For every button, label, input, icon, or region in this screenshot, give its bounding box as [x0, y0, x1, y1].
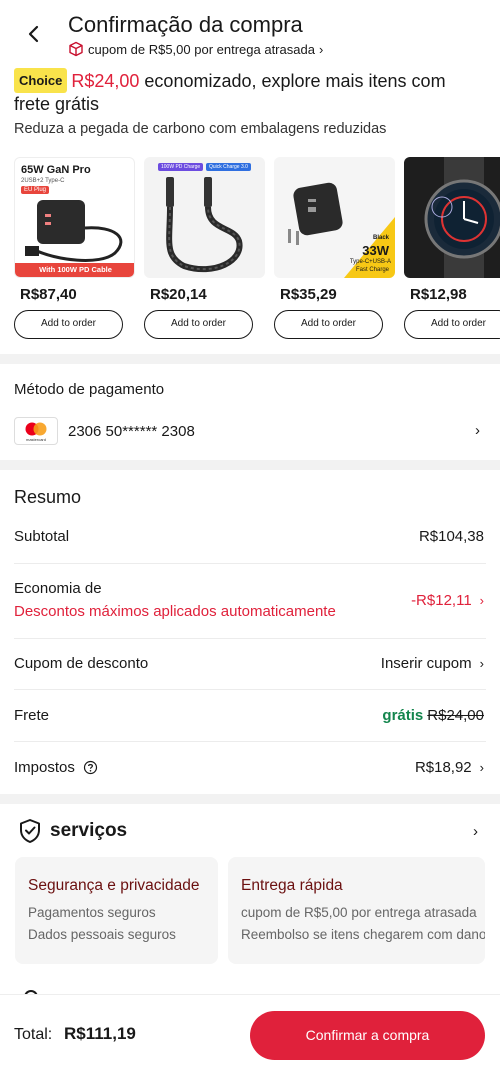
product-image-watch-protector[interactable]: [404, 157, 500, 278]
services-title: serviços: [50, 820, 128, 841]
add-to-order-button[interactable]: Add to order: [404, 310, 500, 339]
subtotal-row: Subtotal R$104,38: [14, 528, 484, 545]
product-price: R$20,14: [150, 286, 207, 303]
card-number: 2306 50****** 2308: [68, 422, 195, 440]
service-card-title: Entrega rápida: [241, 877, 343, 894]
row-divider: [14, 741, 486, 742]
free-shipping-promo: Choice R$24,00 economizado, explore mais …: [14, 68, 484, 116]
shipping-free: grátis: [382, 707, 424, 724]
payment-card-row[interactable]: mastercard 2306 50****** 2308 ›: [14, 416, 486, 446]
service-card-delivery[interactable]: Entrega rápida cupom de R$5,00 por entre…: [228, 857, 485, 964]
taxes-row[interactable]: Impostos R$18,92 ›: [14, 759, 484, 776]
section-divider: [0, 354, 500, 364]
chevron-right-icon: ›: [479, 760, 484, 775]
image-tag: EU Plug: [21, 186, 50, 194]
row-divider: [14, 638, 486, 639]
total-value: R$111,19: [64, 1024, 136, 1043]
chevron-right-icon[interactable]: ›: [473, 823, 478, 840]
product-image-charger-33w[interactable]: Black 33W Type-C+USB-A Fast Charge: [274, 157, 395, 278]
image-label: 100W PD Charge: [158, 163, 204, 171]
subtotal-value: R$104,38: [418, 528, 484, 545]
product-card[interactable]: Black 33W Type-C+USB-A Fast Charge R$35,…: [274, 157, 395, 339]
product-price: R$35,29: [280, 286, 337, 303]
service-card-item: Dados pessoais seguros: [28, 927, 176, 942]
chevron-right-icon: ›: [475, 422, 480, 439]
service-card-item: cupom de R$5,00 por entrega atrasada: [241, 905, 477, 920]
shipping-label: Frete: [14, 707, 50, 724]
product-price: R$87,40: [20, 286, 77, 303]
summary-title: Resumo: [14, 487, 82, 507]
shipping-value-wrap: grátis R$24,00: [382, 707, 484, 724]
image-sub: Type-C+USB-A: [349, 259, 391, 265]
service-card-title: Segurança e privacidade: [28, 877, 200, 894]
taxes-value-wrap: R$18,92 ›: [415, 759, 484, 776]
card-brand-label: mastercard: [26, 437, 46, 442]
image-sub: 2USB+2 Type-C: [21, 178, 65, 184]
back-arrow-icon[interactable]: [22, 22, 46, 46]
service-card-item: Pagamentos seguros: [28, 905, 156, 920]
add-to-order-button[interactable]: Add to order: [274, 310, 383, 339]
checkout-bar: Total: R$111,19 Confirmar a compra: [0, 994, 500, 1071]
chevron-right-icon: ›: [479, 593, 484, 608]
image-label-2: Quick Charge 3.0: [206, 163, 251, 171]
confirm-purchase-button[interactable]: Confirmar a compra: [250, 1011, 485, 1060]
savings-value-wrap: -R$12,11 ›: [411, 592, 484, 609]
add-to-order-button[interactable]: Add to order: [144, 310, 253, 339]
product-image-charger-65w[interactable]: 65W GaN Pro 2USB+2 Type-C EU Plug With 1…: [14, 157, 135, 278]
package-icon: [69, 41, 83, 57]
services-header[interactable]: serviços: [18, 818, 127, 844]
product-card[interactable]: 100W PD Charge Quick Charge 3.0 R$20,14 …: [144, 157, 265, 339]
product-card[interactable]: 65W GaN Pro 2USB+2 Type-C EU Plug With 1…: [14, 157, 135, 339]
shipping-row: Frete grátis R$24,00: [14, 707, 484, 724]
mastercard-icon: mastercard: [14, 417, 58, 445]
promo-amount: R$24,00: [71, 71, 140, 91]
help-icon[interactable]: [83, 760, 98, 775]
late-delivery-coupon-link[interactable]: cupom de R$5,00 por entrega atrasada ›: [68, 41, 323, 57]
coupon-row[interactable]: Cupom de desconto Inserir cupom ›: [14, 655, 484, 672]
service-card-item: Reembolso se itens chegarem com dano: [241, 927, 485, 942]
image-label: Black: [372, 235, 389, 241]
add-to-order-button[interactable]: Add to order: [14, 310, 123, 339]
page-title: Confirmação da compra: [68, 12, 303, 37]
product-card[interactable]: R$12,98 Add to order: [404, 157, 500, 339]
coupon-text: cupom de R$5,00 por entrega atrasada: [88, 41, 315, 57]
shipping-old-price: R$24,00: [427, 707, 484, 724]
total-label: Total:: [14, 1026, 53, 1043]
row-divider: [14, 563, 486, 564]
shield-check-icon: [20, 819, 40, 843]
image-big: 33W: [362, 243, 389, 258]
savings-value: -R$12,11: [411, 592, 472, 609]
cable-graphic: [25, 226, 123, 262]
product-price: R$12,98: [410, 286, 467, 303]
taxes-value: R$18,92: [414, 759, 472, 776]
choice-badge: Choice: [14, 68, 68, 93]
chevron-right-icon: ›: [479, 656, 484, 671]
service-card-security[interactable]: Segurança e privacidade Pagamentos segur…: [15, 857, 218, 964]
taxes-label: Impostos: [14, 759, 75, 776]
section-divider: [0, 794, 500, 804]
subtotal-label: Subtotal: [14, 528, 70, 545]
coupon-value-wrap: Inserir cupom ›: [381, 655, 484, 672]
payment-method-title: Método de pagamento: [14, 381, 165, 398]
product-carousel[interactable]: 65W GaN Pro 2USB+2 Type-C EU Plug With 1…: [14, 157, 500, 343]
row-divider: [14, 689, 486, 690]
cable-graphic: [166, 177, 243, 273]
product-image-cable[interactable]: 100W PD Charge Quick Charge 3.0: [144, 157, 265, 278]
carbon-note: Reduza a pegada de carbono com embalagen…: [14, 121, 387, 137]
watch-graphic: [424, 157, 500, 278]
coupon-label: Cupom de desconto: [14, 655, 149, 672]
section-divider: [0, 460, 500, 470]
chevron-right-icon: ›: [318, 41, 324, 57]
savings-row[interactable]: Economia de Descontos máximos aplicados …: [14, 580, 484, 620]
image-label: 65W GaN Pro: [21, 164, 91, 176]
header: Confirmação da compra cupom de R$5,00 po…: [0, 0, 500, 66]
image-footer: With 100W PD Cable: [15, 263, 134, 277]
image-footer: Fast Charge: [355, 267, 389, 273]
insert-coupon-link[interactable]: Inserir cupom: [381, 655, 472, 672]
